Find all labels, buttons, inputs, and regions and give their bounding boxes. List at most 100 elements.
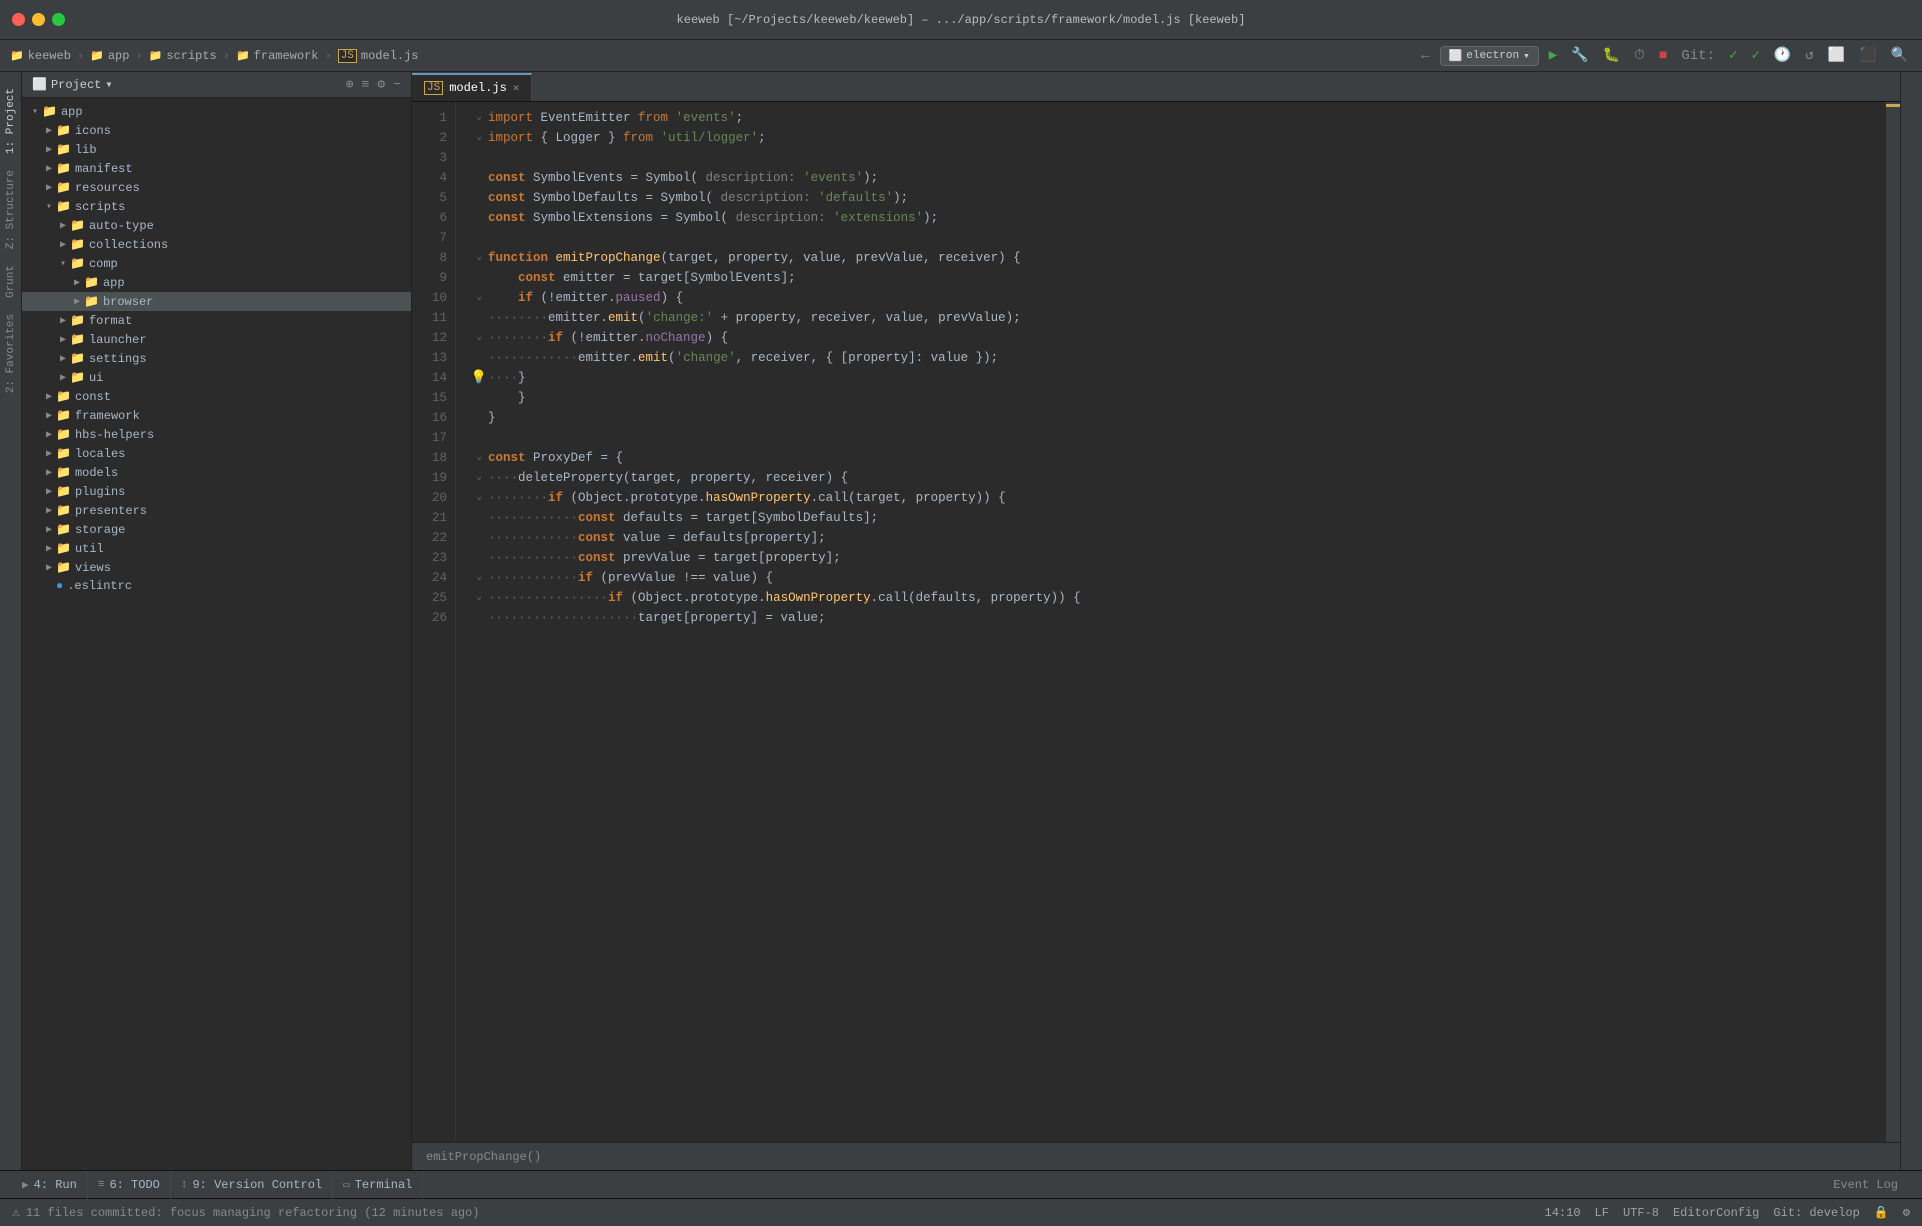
code-line: } — [470, 388, 1886, 408]
grunt-tab[interactable]: Grunt — [2, 257, 20, 306]
status-time: 14:10 — [1545, 1206, 1581, 1220]
fold-icon[interactable]: ⌄ — [470, 288, 488, 308]
list-item[interactable]: ▾ 📁 scripts — [22, 197, 411, 216]
close-button[interactable] — [12, 13, 25, 26]
fold-icon[interactable]: ⌄ — [470, 108, 488, 128]
nav-framework[interactable]: 📁 framework — [236, 49, 319, 63]
list-item[interactable]: ▶ 📁 icons — [22, 121, 411, 140]
git-history-icon[interactable]: 🕐 — [1770, 45, 1795, 66]
list-item[interactable]: ▶ 📁 ui — [22, 368, 411, 387]
fold-icon[interactable]: ⌄ — [470, 248, 488, 268]
list-item[interactable]: ▶ 📁 format — [22, 311, 411, 330]
collapse-icon[interactable]: ≡ — [362, 77, 370, 92]
list-item[interactable]: ▶ 📁 manifest — [22, 159, 411, 178]
list-item[interactable]: ▶ 📁 const — [22, 387, 411, 406]
folder-icon: 📁 — [70, 351, 85, 366]
tree-arrow: ▶ — [42, 467, 56, 479]
nav-keeweb[interactable]: 📁 keeweb — [10, 49, 71, 63]
code-line — [470, 428, 1886, 448]
list-item[interactable]: ▶ 📁 presenters — [22, 501, 411, 520]
list-item[interactable]: ▶ 📁 auto-type — [22, 216, 411, 235]
run-panel-btn[interactable]: ▶ 4: Run — [12, 1171, 88, 1199]
status-settings-icon[interactable]: ⚙ — [1903, 1205, 1910, 1220]
minimize-panel-icon[interactable]: − — [393, 77, 401, 92]
electron-dropdown[interactable]: ⬜ electron ▾ — [1440, 46, 1539, 66]
tab-close-icon[interactable]: ✕ — [513, 81, 520, 95]
maximize-button[interactable] — [52, 13, 65, 26]
list-item[interactable]: ▶ 📁 util — [22, 539, 411, 558]
code-editor[interactable]: ⌄ import EventEmitter from 'events'; ⌄ i… — [456, 102, 1886, 1142]
fold-icon[interactable]: ⌄ — [470, 128, 488, 148]
git-revert-icon[interactable]: ↺ — [1801, 45, 1817, 66]
search-icon[interactable]: 🔍 — [1887, 45, 1912, 66]
folder-icon: 📁 — [42, 104, 57, 119]
list-item[interactable]: ▾ 📁 comp — [22, 254, 411, 273]
list-item[interactable]: ▶ 📁 views — [22, 558, 411, 577]
folder-icon: 📁 — [70, 313, 85, 328]
git-diff-icon[interactable]: ⬜ — [1824, 45, 1849, 66]
status-bar: ⚠ 11 files committed: focus managing ref… — [0, 1198, 1922, 1226]
status-encoding[interactable]: UTF-8 — [1623, 1206, 1659, 1220]
todo-panel-btn[interactable]: ≡ 6: TODO — [88, 1171, 171, 1199]
settings-icon[interactable]: ⚙ — [377, 77, 385, 92]
git-check2-icon[interactable]: ✓ — [1747, 45, 1763, 66]
code-line: ········emitter.emit('change:' + propert… — [470, 308, 1886, 328]
fold-icon[interactable]: ⌄ — [470, 588, 488, 608]
list-item[interactable]: ▶ 📁 collections — [22, 235, 411, 254]
code-line: const emitter = target[SymbolEvents]; — [470, 268, 1886, 288]
fold-icon[interactable]: ⌄ — [470, 328, 488, 348]
list-item[interactable]: ▶ 📁 storage — [22, 520, 411, 539]
list-item[interactable]: ▶ 📁 lib — [22, 140, 411, 159]
status-editor-config[interactable]: EditorConfig — [1673, 1206, 1759, 1220]
folder-icon: 📁 — [56, 560, 71, 575]
structure-tab[interactable]: Z: Structure — [2, 162, 20, 257]
fold-icon[interactable]: ⌄ — [470, 488, 488, 508]
list-item[interactable]: ▶ 📁 locales — [22, 444, 411, 463]
tree-arrow: ▶ — [42, 125, 56, 137]
bulb-icon[interactable]: 💡 — [470, 368, 488, 388]
list-item[interactable]: ▶ 📁 resources — [22, 178, 411, 197]
status-line-ending[interactable]: LF — [1595, 1206, 1609, 1220]
nav-app[interactable]: 📁 app — [90, 49, 129, 63]
code-line: ⌄ ····deleteProperty(target, property, r… — [470, 468, 1886, 488]
status-git-branch[interactable]: Git: develop — [1773, 1206, 1859, 1220]
list-item[interactable]: ▶ 📁 settings — [22, 349, 411, 368]
list-item[interactable]: ▶ 📁 models — [22, 463, 411, 482]
list-item[interactable]: ▶ 📁 plugins — [22, 482, 411, 501]
list-item[interactable]: ▶ 📁 app — [22, 273, 411, 292]
fold-icon[interactable]: ⌄ — [470, 448, 488, 468]
list-item[interactable]: ▶ 📁 hbs-helpers — [22, 425, 411, 444]
nav-modeljs[interactable]: JS model.js — [338, 49, 419, 63]
list-item[interactable]: ▶ 📁 browser — [22, 292, 411, 311]
code-line: 💡 ····} — [470, 368, 1886, 388]
code-line: ············emitter.emit('change', recei… — [470, 348, 1886, 368]
project-tree: ▾ 📁 app ▶ 📁 icons ▶ 📁 lib ▶ 📁 manifest ▶ — [22, 98, 411, 1170]
list-item[interactable]: ▶ 📁 framework — [22, 406, 411, 425]
nav-scripts[interactable]: 📁 scripts — [149, 49, 217, 63]
locate-icon[interactable]: ⊕ — [346, 77, 354, 92]
list-item[interactable]: ● .eslintrc — [22, 577, 411, 595]
vcs-panel-btn[interactable]: ↕ 9: Version Control — [171, 1171, 333, 1199]
favorites-tab[interactable]: 2: Favorites — [2, 306, 20, 401]
minimize-button[interactable] — [32, 13, 45, 26]
layout-icon[interactable]: ⬛ — [1855, 45, 1880, 66]
folder-icon: 📁 — [84, 275, 99, 290]
fold-icon[interactable]: ⌄ — [470, 468, 488, 488]
project-tab[interactable]: 1: Project — [2, 80, 20, 162]
stop-icon[interactable]: ■ — [1655, 46, 1671, 66]
line-numbers: 12345 678910 1112131415 1617181920 21222… — [412, 102, 456, 1142]
tab-modeljs[interactable]: JS model.js ✕ — [412, 73, 532, 101]
tree-arrow: ▶ — [42, 163, 56, 175]
event-log-btn[interactable]: Event Log — [1833, 1178, 1898, 1192]
run-icon[interactable]: ▶ — [1545, 45, 1561, 66]
list-item[interactable]: ▶ 📁 launcher — [22, 330, 411, 349]
terminal-panel-btn[interactable]: ▭ Terminal — [333, 1171, 423, 1199]
debug-icon[interactable]: 🐛 — [1599, 45, 1624, 66]
build-icon[interactable]: 🔧 — [1567, 45, 1592, 66]
git-check-icon[interactable]: ✓ — [1725, 45, 1741, 66]
fold-icon[interactable]: ⌄ — [470, 568, 488, 588]
list-item[interactable]: ▾ 📁 app — [22, 102, 411, 121]
back-icon[interactable]: ← — [1417, 46, 1433, 66]
profile-icon[interactable]: ⏱ — [1630, 46, 1649, 66]
folder-icon: 📁 — [56, 142, 71, 157]
